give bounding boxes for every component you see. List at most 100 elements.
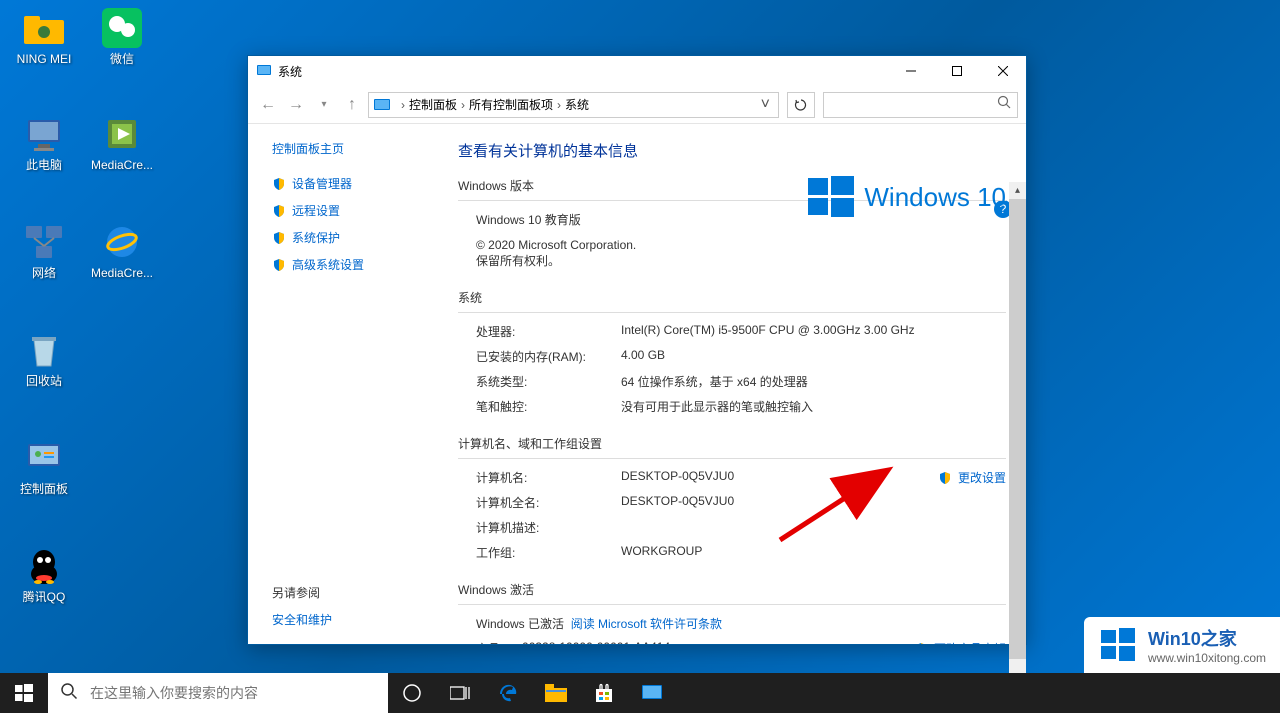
description-value [621, 519, 1006, 536]
back-button[interactable]: ← [256, 93, 280, 117]
advanced-settings-link[interactable]: 高级系统设置 [272, 256, 448, 273]
search-icon [60, 682, 78, 705]
watermark-icon [1098, 625, 1138, 665]
activation-section-title: Windows 激活 [458, 581, 1006, 605]
search-icon[interactable] [997, 95, 1011, 114]
watermark-url: www.win10xitong.com [1148, 651, 1266, 665]
sidebar-item-label: 远程设置 [292, 202, 340, 219]
desktop-icon-label: 网络 [8, 266, 80, 280]
taskbar-search[interactable] [48, 673, 388, 713]
desktop-icon-label: MediaCre... [86, 158, 158, 172]
vertical-scrollbar[interactable]: ▴ ▾ [1009, 182, 1026, 702]
system-window: 系统 ← → ▾ ↑ › 控制面板 › 所有控制面板项 › 系统 ˅ [247, 55, 1027, 645]
change-product-key-link[interactable]: 更改产品密钥 [914, 640, 1006, 644]
titlebar[interactable]: 系统 [248, 56, 1026, 86]
media-creation-icon [102, 114, 142, 154]
sidebar-item-label: 系统保护 [292, 229, 340, 246]
device-manager-link[interactable]: 设备管理器 [272, 175, 448, 192]
main-panel: 查看有关计算机的基本信息 Windows 版本 Windows 10 教育版 ©… [448, 124, 1026, 644]
control-panel-taskbar-button[interactable] [628, 673, 676, 713]
window-title: 系统 [278, 63, 888, 80]
scroll-thumb[interactable] [1009, 199, 1026, 659]
desktop-icon-mediacre2[interactable]: MediaCre... [86, 222, 158, 280]
address-dropdown[interactable]: ˅ [757, 96, 774, 114]
system-section-title: 系统 [458, 289, 1006, 313]
refresh-button[interactable] [787, 92, 815, 118]
taskbar [0, 673, 1280, 713]
maximize-button[interactable] [934, 56, 980, 86]
breadcrumb-sep: › [401, 98, 405, 112]
desktop-icon-recycle[interactable]: 回收站 [8, 330, 80, 388]
breadcrumb-item[interactable]: 系统 [565, 96, 589, 113]
control-panel-icon [24, 438, 64, 478]
task-view-button[interactable] [436, 673, 484, 713]
system-type-value: 64 位操作系统，基于 x64 的处理器 [621, 373, 1006, 390]
change-settings-link[interactable]: 更改设置 [938, 469, 1006, 486]
control-panel-home-link[interactable]: 控制面板主页 [272, 140, 448, 157]
navbar: ← → ▾ ↑ › 控制面板 › 所有控制面板项 › 系统 ˅ [248, 86, 1026, 124]
full-name-value: DESKTOP-0Q5VJU0 [621, 494, 1006, 511]
windows-logo-text: Windows 10 [864, 182, 1006, 213]
shield-icon [272, 177, 286, 191]
recycle-bin-icon [24, 330, 64, 370]
watermark: Win10之家 www.win10xitong.com [1084, 617, 1280, 673]
shield-icon [914, 642, 928, 645]
desktop-icon-wechat[interactable]: 微信 [86, 8, 158, 66]
search-box[interactable] [823, 92, 1018, 118]
product-id-label: 产品 ID: [476, 640, 519, 644]
desktop-icon-label: 腾讯QQ [8, 590, 80, 604]
desktop-icon-user[interactable]: NING MEI [8, 8, 80, 66]
processor-value: Intel(R) Core(TM) i5-9500F CPU @ 3.00GHz… [621, 323, 1006, 340]
network-icon [24, 222, 64, 262]
start-button[interactable] [0, 673, 48, 713]
ie-icon [102, 222, 142, 262]
desktop-icon-mediacre1[interactable]: MediaCre... [86, 114, 158, 172]
processor-label: 处理器: [476, 323, 621, 340]
minimize-button[interactable] [888, 56, 934, 86]
activation-status: Windows 已激活 [476, 615, 564, 632]
up-button[interactable]: ↑ [340, 93, 364, 117]
windows-logo: Windows 10 [806, 172, 1006, 222]
security-maintenance-link[interactable]: 安全和维护 [272, 611, 332, 628]
license-terms-link[interactable]: 阅读 Microsoft 软件许可条款 [571, 615, 722, 632]
desktop-icon-label: MediaCre... [86, 266, 158, 280]
pen-touch-value: 没有可用于此显示器的笔或触控输入 [621, 398, 1006, 415]
search-input[interactable] [830, 98, 997, 112]
watermark-title: Win10之家 [1148, 625, 1266, 651]
breadcrumb-sep: › [461, 98, 465, 112]
forward-button[interactable]: → [284, 93, 308, 117]
wechat-icon [102, 8, 142, 48]
workgroup-label: 工作组: [476, 544, 621, 561]
taskbar-search-input[interactable] [90, 685, 376, 701]
user-folder-icon [24, 8, 64, 48]
desktop-icon-label: 控制面板 [8, 482, 80, 496]
window-content: 控制面板主页 设备管理器 远程设置 系统保护 高级系统设置 另请参阅 安全和维护 [248, 124, 1026, 644]
product-id-value: 00328-10000-00001-AA414 [522, 640, 670, 644]
cortana-button[interactable] [388, 673, 436, 713]
shield-icon [272, 231, 286, 245]
description-label: 计算机描述: [476, 519, 621, 536]
ram-value: 4.00 GB [621, 348, 1006, 365]
this-pc-icon [24, 114, 64, 154]
remote-settings-link[interactable]: 远程设置 [272, 202, 448, 219]
system-type-label: 系统类型: [476, 373, 621, 390]
window-icon [256, 63, 272, 79]
close-button[interactable] [980, 56, 1026, 86]
breadcrumb-sep: › [557, 98, 561, 112]
system-protection-link[interactable]: 系统保护 [272, 229, 448, 246]
explorer-button[interactable] [532, 673, 580, 713]
full-name-label: 计算机全名: [476, 494, 621, 511]
desktop-icon-network[interactable]: 网络 [8, 222, 80, 280]
desktop-icon-qq[interactable]: 腾讯QQ [8, 546, 80, 604]
desktop-icon-label: 此电脑 [8, 158, 80, 172]
breadcrumb-item[interactable]: 所有控制面板项 [469, 96, 553, 113]
sidebar-item-label: 设备管理器 [292, 175, 352, 192]
desktop-icon-control-panel[interactable]: 控制面板 [8, 438, 80, 496]
store-button[interactable] [580, 673, 628, 713]
breadcrumb-item[interactable]: 控制面板 [409, 96, 457, 113]
recent-button[interactable]: ▾ [312, 93, 336, 117]
edge-button[interactable] [484, 673, 532, 713]
scroll-up-arrow[interactable]: ▴ [1009, 182, 1026, 199]
desktop-icon-this-pc[interactable]: 此电脑 [8, 114, 80, 172]
address-bar[interactable]: › 控制面板 › 所有控制面板项 › 系统 ˅ [368, 92, 779, 118]
